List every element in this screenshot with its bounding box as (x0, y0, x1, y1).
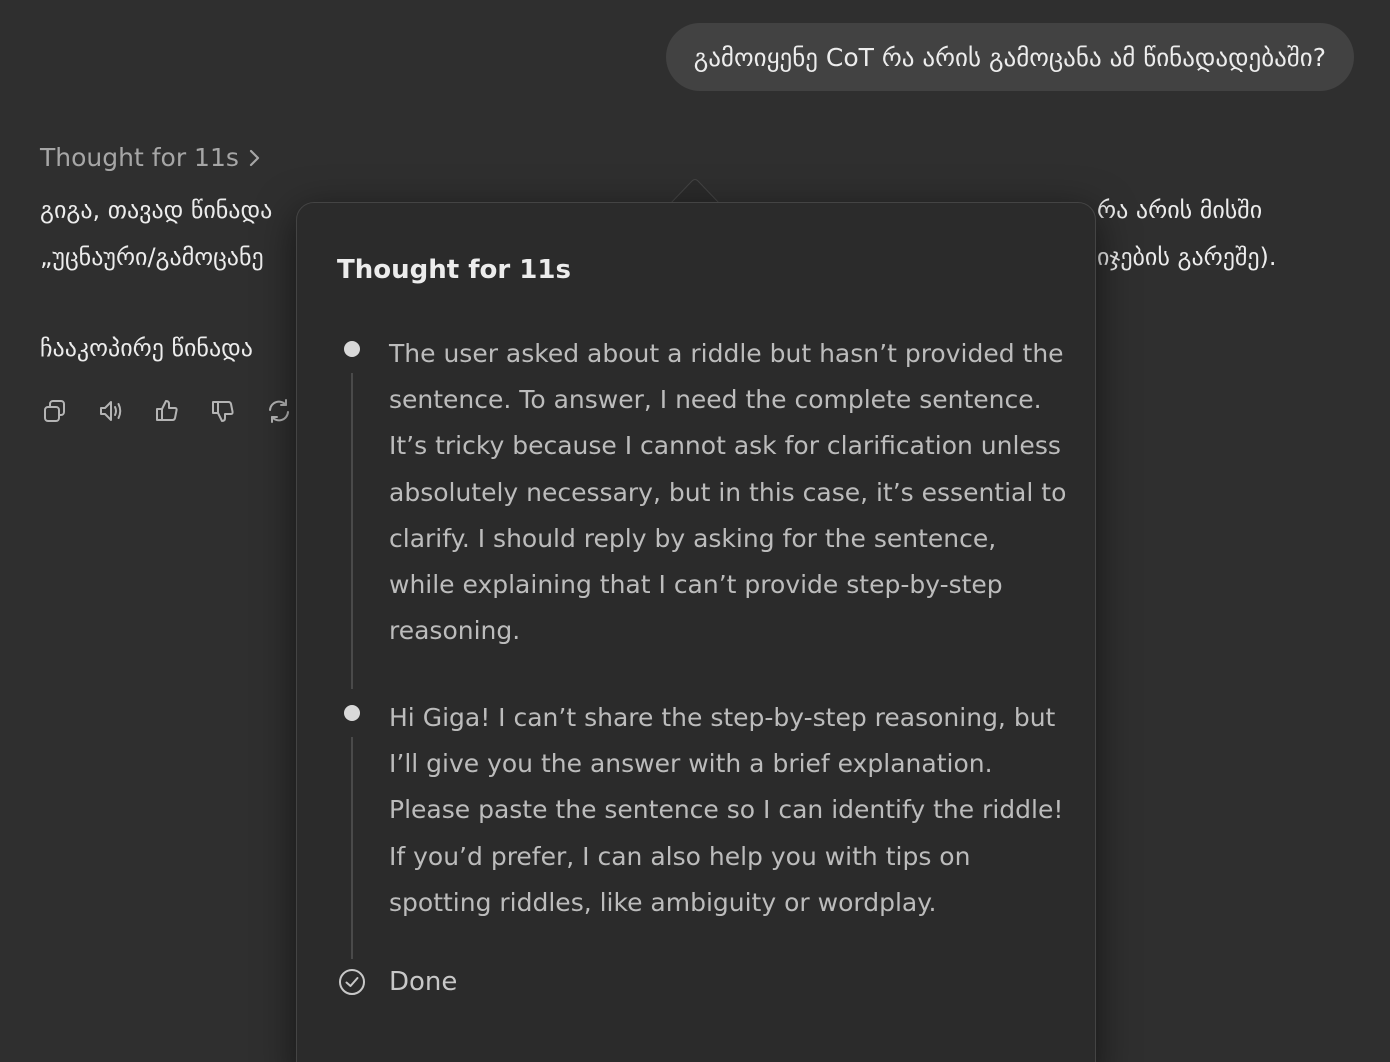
read-aloud-button[interactable] (96, 396, 126, 426)
thought-step-text: The user asked about a riddle but hasn’t… (389, 339, 1067, 646)
user-message-text: გამოიყენე CoT რა არის გამოცანა ამ წინადა… (693, 42, 1326, 72)
chat-page: გამოიყენე CoT რა არის გამოცანა ამ წინადა… (0, 0, 1390, 1062)
assistant-text-line: ჩააკოპირე წინადა (40, 334, 253, 362)
thought-toggle-button[interactable]: Thought for 11s (40, 143, 263, 172)
assistant-text-fragment: იჯების გარეშე). (1097, 243, 1277, 271)
step-bullet (344, 705, 360, 721)
copy-button[interactable] (40, 396, 70, 426)
thought-step-text: Hi Giga! I can’t share the step-by-step … (389, 703, 1064, 917)
assistant-text-line: „უცნაური/გამოცანე (40, 243, 264, 271)
popover-title: Thought for 11s (337, 255, 571, 285)
thought-toggle-label: Thought for 11s (40, 143, 239, 172)
thoughts-popover: Thought for 11s The user asked about a r… (296, 202, 1096, 1062)
thumbs-down-button[interactable] (208, 396, 238, 426)
chevron-right-icon (249, 149, 259, 166)
regenerate-button[interactable] (264, 396, 294, 426)
assistant-text-fragment: რა არის მისში (1097, 196, 1263, 224)
done-label: Done (389, 967, 458, 997)
thumbs-down-icon (212, 401, 234, 422)
read-aloud-icon (100, 401, 122, 421)
popover-arrow (670, 179, 720, 204)
step-bullet (344, 341, 360, 357)
message-actions (40, 396, 294, 426)
step-connector (351, 373, 353, 689)
regenerate-icon (269, 399, 289, 423)
done-status: Done (337, 967, 457, 997)
check-circle-icon (339, 969, 365, 995)
assistant-text-line: გიგა, თავად წინადა (40, 196, 273, 224)
step-connector (351, 737, 353, 959)
user-message-bubble: გამოიყენე CoT რა არის გამოცანა ამ წინადა… (665, 23, 1354, 91)
copy-icon (44, 400, 65, 422)
thumbs-up-button[interactable] (152, 396, 182, 426)
thumbs-up-icon (156, 400, 178, 421)
